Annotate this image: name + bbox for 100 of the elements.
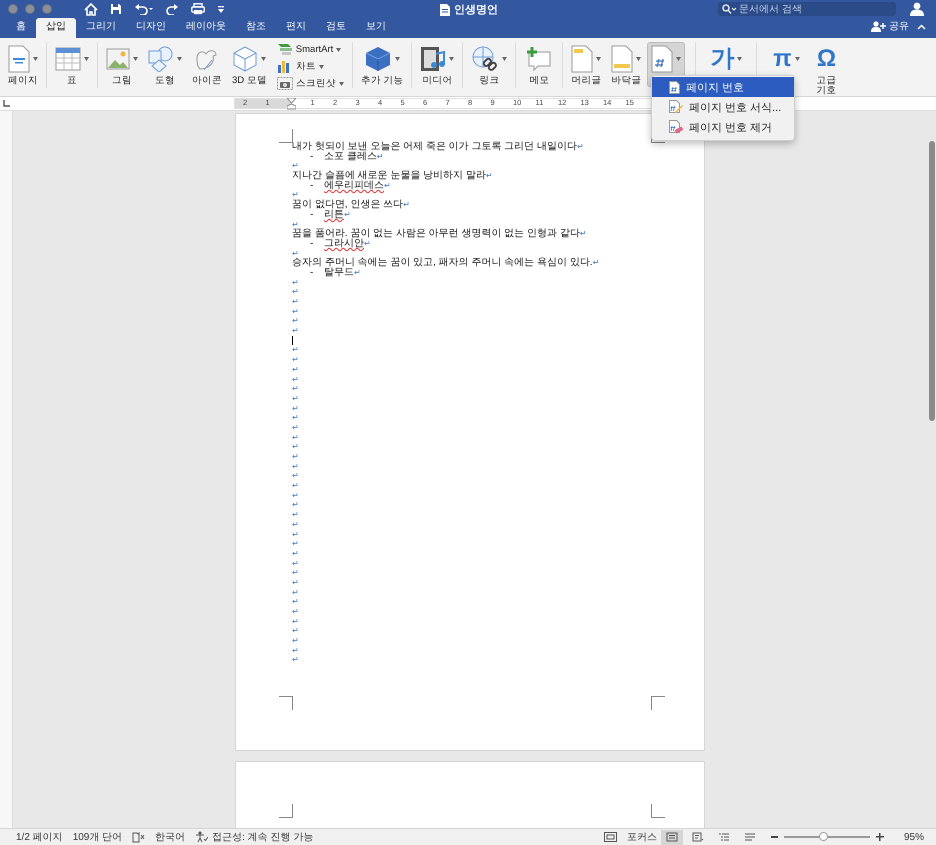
crop-mark [279, 696, 293, 710]
zoom-slider-thumb[interactable] [819, 832, 828, 841]
ribbon-button[interactable]: 메모 [520, 42, 558, 87]
ribbon-button[interactable]: SmartArt [276, 42, 344, 57]
ribbon-button[interactable]: 3D 모델 [228, 42, 271, 91]
ribbon-button[interactable]: 표 [51, 42, 93, 87]
profile-icon[interactable] [910, 2, 924, 16]
caret-icon [395, 56, 400, 60]
accessibility-icon[interactable] [195, 831, 208, 843]
ribbon-button[interactable]: 머리글 [567, 42, 606, 87]
ribbon-tab[interactable]: 삽입 [36, 18, 76, 38]
document-icon [440, 4, 450, 16]
ribbon-tab[interactable]: 그리기 [76, 18, 126, 38]
caret-icon [636, 56, 642, 60]
caret-icon [336, 48, 342, 52]
collapse-ribbon-icon[interactable] [917, 24, 926, 30]
paragraph-mark: ↵ [292, 568, 299, 578]
save-icon[interactable] [110, 3, 122, 15]
ribbon-button[interactable]: Ω 고급 기호 [807, 42, 846, 97]
paragraph-mark: ↵ [354, 268, 361, 278]
caret-icon [794, 56, 800, 60]
scrollbar-thumb[interactable] [929, 141, 935, 421]
caret-icon [338, 82, 344, 86]
ribbon-button[interactable]: 링크 [467, 42, 512, 87]
ribbon-tab[interactable]: 편지 [276, 18, 316, 38]
paragraph-mark: ↵ [292, 355, 299, 365]
paragraph-mark: ↵ [292, 636, 299, 646]
page-number-eraser-icon [669, 120, 683, 134]
paragraph-mark: ↵ [292, 364, 299, 375]
focus-icon[interactable] [604, 832, 617, 842]
paragraph-mark: ↵ [292, 471, 299, 482]
crop-mark [651, 804, 665, 818]
paragraph-mark: ↵ [292, 520, 299, 530]
print-layout-icon[interactable] [660, 830, 683, 844]
ribbon-tab[interactable]: 디자인 [126, 18, 176, 38]
customize-icon[interactable] [217, 4, 225, 14]
text-cursor [292, 336, 293, 346]
ribbon-button[interactable]: 그림 [102, 42, 142, 91]
ribbon-button[interactable]: 미디어 [416, 42, 458, 87]
paragraph-mark: ↵ [292, 607, 299, 617]
paragraph-mark: ↵ [292, 558, 299, 568]
paragraph-mark: ↵ [292, 510, 299, 520]
search-field[interactable]: 문서에서 검색 [739, 4, 879, 14]
language-label[interactable]: 한국어 [155, 830, 186, 844]
paragraph-text: 꿈을 품어라. 꿈이 없는 사람은 아무런 생명력이 없는 인형과 같다 [292, 229, 580, 239]
redo-icon[interactable] [166, 3, 179, 15]
ribbon-tab[interactable]: 참조 [236, 18, 276, 38]
page-icon [8, 44, 30, 72]
caret-icon [737, 56, 742, 60]
undo-icon[interactable] [134, 3, 154, 15]
paragraph-mark: ↵ [292, 326, 299, 336]
indent-marker-icon[interactable] [287, 98, 296, 110]
paragraph-text: 내가 헛되이 보낸 오늘은 어제 죽은 이가 그토록 그리던 내일이다 [292, 142, 578, 152]
author-name: 그라시안 [324, 238, 364, 249]
search-box[interactable]: 문서에서 검색 [718, 2, 896, 16]
cube-icon [232, 46, 258, 72]
proofing-icon[interactable] [132, 832, 146, 842]
share-button[interactable]: 공유 [871, 19, 909, 38]
ribbon-button[interactable]: 도형 [144, 42, 186, 91]
caret-icon [596, 56, 602, 60]
ribbon-tab[interactable]: 보기 [356, 18, 396, 38]
ribbon-button[interactable]: 페이지 [4, 42, 42, 87]
list-bullet: - [310, 152, 314, 162]
tab-stop-icon[interactable] [2, 100, 10, 108]
ribbon-tab[interactable]: 홈 [6, 18, 36, 38]
ribbon-button[interactable]: 차트 [276, 59, 344, 74]
print-icon[interactable] [191, 3, 205, 15]
paragraph-mark: ↵ [292, 384, 299, 394]
ribbon-button[interactable]: 추가 기능 [356, 42, 408, 87]
comment-icon [526, 46, 552, 72]
word-count[interactable]: 109개 단어 [72, 830, 122, 844]
paragraph-mark: ↵ [292, 404, 299, 414]
cube-icon [364, 44, 392, 72]
ribbon-button[interactable]: 가 [706, 42, 746, 74]
ribbon-button[interactable]: 스크린샷 [276, 76, 344, 91]
paragraph-mark: ↵ [292, 452, 299, 462]
ribbon-tab[interactable]: 레이아웃 [176, 18, 236, 38]
paragraph-mark: ↵ [292, 616, 299, 626]
menu-item[interactable]: 페이지 번호 제거 [652, 117, 794, 137]
paragraph-text: 승자의 주머니 속에는 꿈이 있고, 패자의 주머니 속에는 욕심이 있다. [292, 258, 593, 268]
menu-item[interactable]: 페이지 번호 [652, 77, 794, 97]
crop-mark [279, 804, 293, 818]
home-icon[interactable] [84, 2, 98, 16]
focus-button[interactable]: 포커스 [626, 830, 657, 844]
author-name: 에우리피데스 [324, 180, 384, 190]
paragraph-mark: ↵ [292, 462, 299, 472]
ribbon-tab[interactable]: 검토 [316, 18, 356, 38]
accessibility-status[interactable]: 접근성: 계속 진행 가능 [212, 830, 314, 844]
author-name: 탈무드 [324, 268, 354, 278]
zoom-percentage[interactable]: 95% [904, 832, 924, 842]
ribbon-button[interactable]: 바닥글 [607, 42, 646, 87]
page-number-icon [669, 80, 680, 94]
paragraph-mark: ↵ [292, 500, 299, 510]
paragraph-mark: ↵ [292, 345, 299, 356]
page-count[interactable]: 1/2 페이지 [16, 830, 63, 844]
ribbon-button[interactable]: 아이콘 [188, 42, 226, 91]
table-icon [55, 46, 81, 70]
paragraph-mark: ↵ [592, 258, 600, 268]
paragraph-mark: ↵ [292, 432, 299, 442]
list-bullet: - [310, 180, 314, 190]
